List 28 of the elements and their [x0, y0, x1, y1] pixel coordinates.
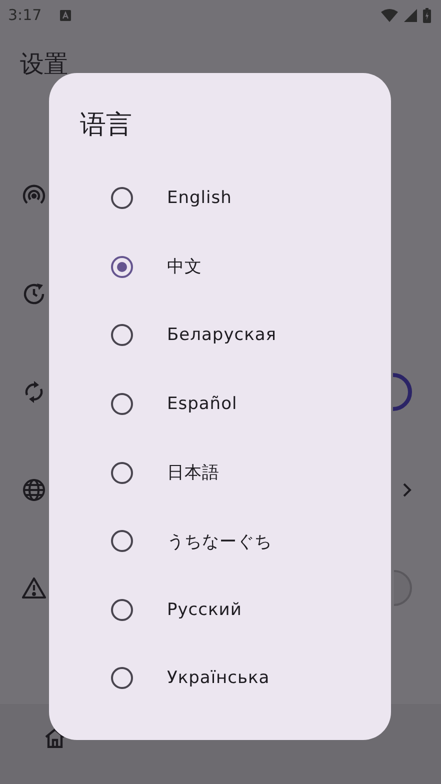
radio-button[interactable]: [111, 187, 133, 210]
battery-icon: [423, 8, 431, 22]
radio-button[interactable]: [111, 667, 133, 690]
language-option[interactable]: 日本語: [167, 461, 220, 484]
history-icon: [22, 282, 46, 306]
language-option[interactable]: English: [167, 188, 232, 208]
language-option[interactable]: Русский: [167, 600, 242, 620]
globe-icon: [22, 478, 46, 502]
radio-button[interactable]: [111, 530, 133, 552]
radio-button[interactable]: [111, 324, 133, 346]
status-time: 3:17: [8, 6, 42, 24]
chevron-right-icon: [402, 482, 412, 498]
radio-button[interactable]: [111, 256, 133, 278]
language-option[interactable]: うちなーぐち: [167, 530, 272, 553]
page-title: 设置: [20, 50, 68, 78]
dialog-title: 语言: [80, 109, 133, 142]
radio-button[interactable]: [111, 393, 133, 416]
warning-icon: [22, 577, 46, 599]
home-icon[interactable]: [44, 728, 66, 748]
language-option[interactable]: Українська: [167, 668, 270, 688]
language-option[interactable]: Español: [167, 394, 238, 414]
radio-button[interactable]: [111, 462, 133, 484]
wifi-icon: [381, 8, 398, 22]
notification-icon: [60, 10, 71, 20]
language-option[interactable]: Беларуская: [167, 325, 277, 346]
language-option[interactable]: 中文: [167, 255, 202, 278]
radio-button[interactable]: [111, 598, 133, 621]
signal-icon: [404, 8, 417, 22]
